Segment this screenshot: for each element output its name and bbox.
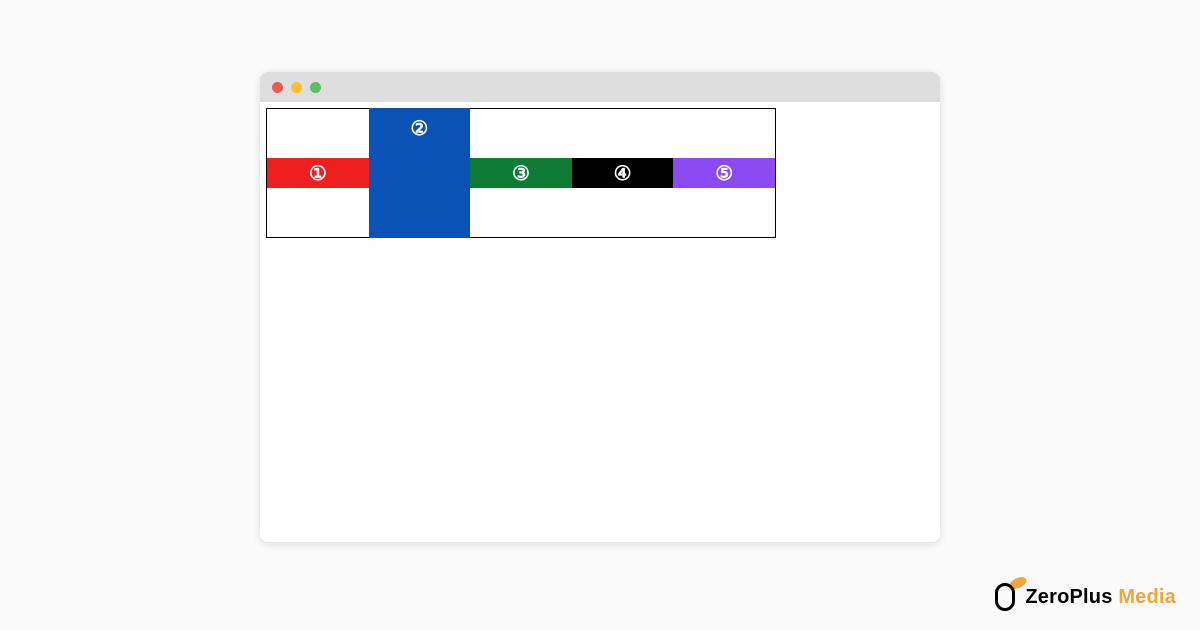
- window-titlebar: [260, 72, 940, 102]
- close-icon[interactable]: [272, 82, 283, 93]
- zoom-icon[interactable]: [310, 82, 321, 93]
- logo-brand: ZeroPlus: [1025, 586, 1112, 608]
- flex-item-3: ③: [470, 158, 572, 188]
- flex-item-4: ④: [572, 158, 674, 188]
- brand-logo: ZeroPlus Media: [995, 582, 1176, 612]
- flex-item-1: ①: [267, 158, 369, 188]
- flex-item-2: ②: [369, 108, 471, 238]
- minimize-icon[interactable]: [291, 82, 302, 93]
- logo-icon: [995, 582, 1019, 612]
- logo-text: ZeroPlus Media: [1025, 586, 1176, 609]
- browser-window: ① ② ③ ④ ⑤: [260, 72, 940, 542]
- browser-content: ① ② ③ ④ ⑤: [260, 102, 940, 542]
- flex-item-5: ⑤: [673, 158, 775, 188]
- logo-suffix: Media: [1118, 586, 1176, 608]
- flex-container: ① ② ③ ④ ⑤: [266, 108, 776, 238]
